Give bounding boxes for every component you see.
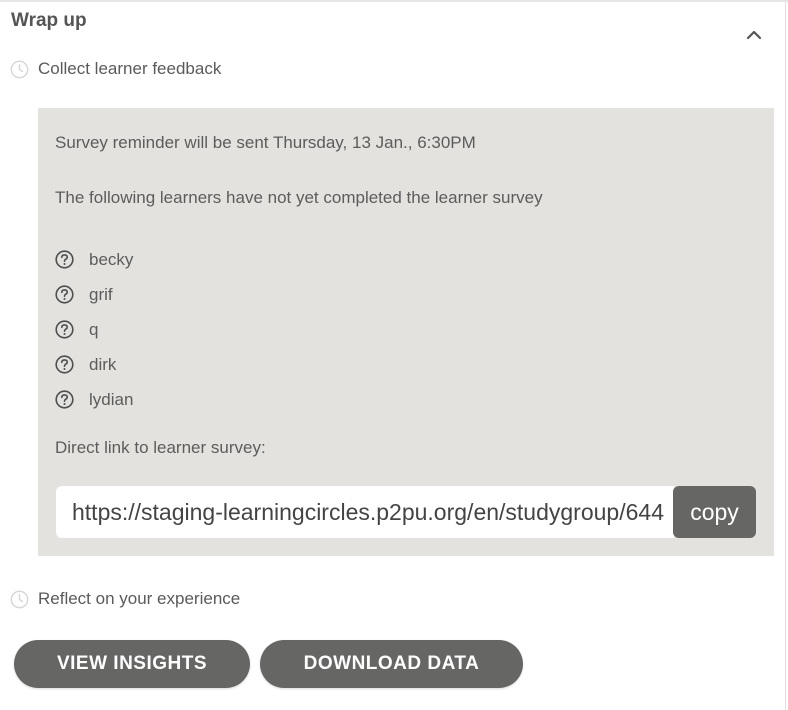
- question-circle-icon: [55, 285, 74, 304]
- survey-link-label: Direct link to learner survey:: [55, 438, 266, 457]
- step-label: Reflect on your experience: [38, 589, 241, 608]
- top-divider: [0, 0, 788, 2]
- chevron-up-icon: [746, 30, 762, 40]
- learner-name: lydian: [89, 389, 134, 409]
- learner-name: dirk: [89, 354, 117, 374]
- learner-name: grif: [89, 284, 113, 304]
- survey-link-input[interactable]: [56, 486, 674, 538]
- survey-reminder-text: Survey reminder will be sent Thursday, 1…: [55, 133, 476, 152]
- list-item: lydian: [55, 382, 133, 417]
- view-insights-button[interactable]: VIEW INSIGHTS: [14, 640, 250, 688]
- feedback-panel: Survey reminder will be sent Thursday, 1…: [38, 108, 774, 556]
- list-item: q: [55, 312, 133, 347]
- copy-link-button[interactable]: copy: [673, 486, 756, 538]
- download-data-button[interactable]: DOWNLOAD DATA: [260, 640, 523, 688]
- pending-learner-list: becky grif q dirk lydian: [55, 242, 133, 417]
- clock-icon: [10, 590, 29, 609]
- list-item: dirk: [55, 347, 133, 382]
- step-collect-feedback: Collect learner feedback: [10, 59, 221, 79]
- collapse-section-button[interactable]: [740, 24, 768, 46]
- clock-icon: [10, 60, 29, 79]
- question-circle-icon: [55, 390, 74, 409]
- right-divider: [785, 0, 786, 710]
- question-circle-icon: [55, 320, 74, 339]
- step-reflect: Reflect on your experience: [10, 589, 240, 609]
- survey-link-group: copy: [56, 486, 757, 538]
- list-item: grif: [55, 277, 133, 312]
- learner-name: q: [89, 319, 99, 339]
- question-circle-icon: [55, 355, 74, 374]
- learner-name: becky: [89, 249, 134, 269]
- section-title: Wrap up: [11, 10, 87, 31]
- question-circle-icon: [55, 250, 74, 269]
- step-label: Collect learner feedback: [38, 59, 222, 78]
- list-item: becky: [55, 242, 133, 277]
- pending-learners-intro: The following learners have not yet comp…: [55, 188, 543, 207]
